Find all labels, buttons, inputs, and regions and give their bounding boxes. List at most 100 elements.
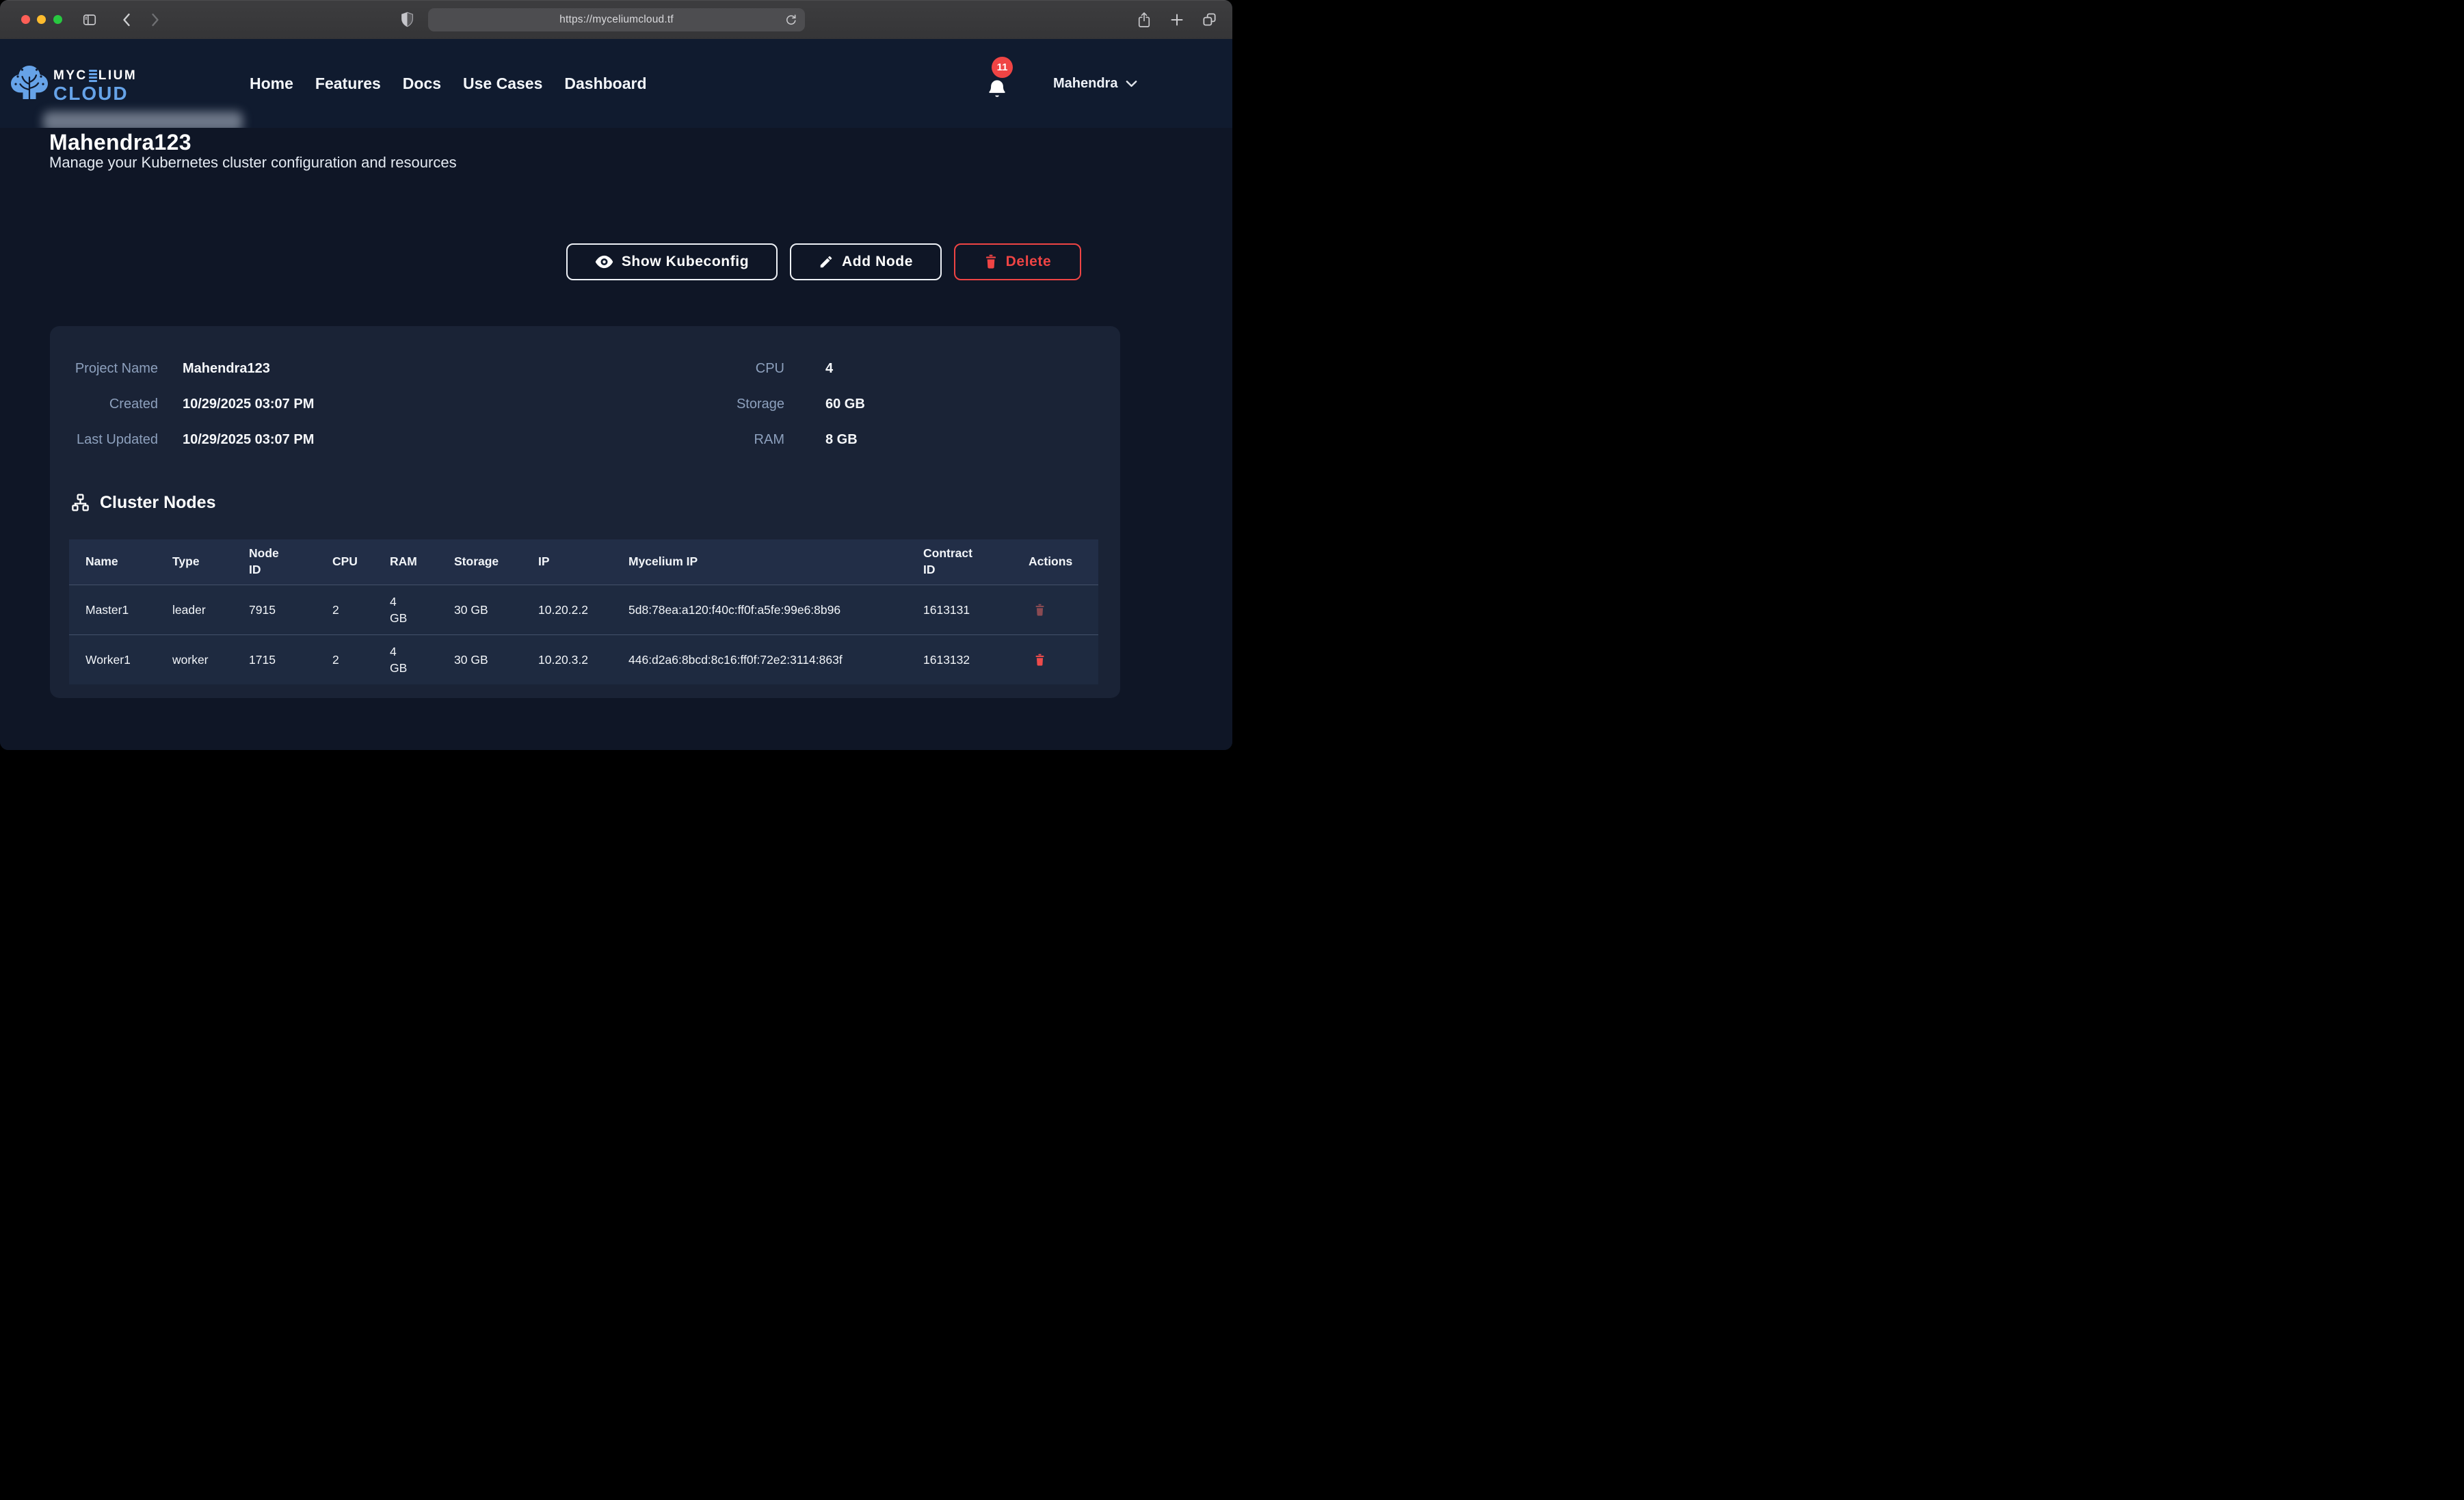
node-ram-cell: 4 GB [373, 635, 438, 684]
main-nav: Home Features Docs Use Cases Dashboard [250, 39, 647, 128]
col-header-ip: IP [522, 539, 612, 585]
user-name: Mahendra [1053, 76, 1117, 92]
node-type-cell: leader [156, 585, 233, 634]
share-icon[interactable] [1135, 0, 1154, 39]
created-label: Created [69, 397, 158, 412]
col-header-storage: Storage [438, 539, 522, 585]
node-ram-cell: 4 GB [373, 585, 438, 634]
node-actions-cell [1012, 635, 1098, 684]
col-header-type: Type [156, 539, 233, 585]
node-cpu-cell: 2 [316, 585, 373, 634]
mycelium-cloud-logo-icon[interactable] [10, 64, 49, 103]
last-updated-value: 10/29/2025 03:07 PM [183, 432, 314, 448]
last-updated-label: Last Updated [69, 432, 158, 448]
col-header-mycelium-ip: Mycelium IP [612, 539, 907, 585]
info-row: Project Name Mahendra123 [69, 351, 314, 386]
node-contract-id-cell: 1613131 [907, 585, 1012, 634]
delete-node-button[interactable] [1034, 654, 1046, 667]
cluster-nodes-header: Cluster Nodes [70, 493, 215, 513]
col-header-cpu: CPU [316, 539, 373, 585]
chevron-down-icon [1126, 80, 1137, 88]
trash-icon [1034, 604, 1046, 617]
node-mycelium-ip-cell: 446:d2a6:8bcd:8c16:ff0f:72e2:3114:863f [612, 635, 907, 684]
created-value: 10/29/2025 03:07 PM [183, 397, 314, 412]
brand-line1: MYC LIUM [53, 69, 137, 82]
node-ip-cell: 10.20.3.2 [522, 635, 612, 684]
pencil-icon [819, 254, 834, 269]
blurred-text-region [43, 111, 243, 128]
forward-icon[interactable] [148, 0, 163, 39]
nodes-table-header: Name Type Node ID CPU RAM Storage IP Myc… [69, 539, 1098, 585]
node-ip-cell: 10.20.2.2 [522, 585, 612, 634]
ram-label: RAM [702, 432, 784, 448]
close-window-button[interactable] [21, 15, 30, 24]
nav-link-home[interactable]: Home [250, 75, 293, 93]
new-tab-icon[interactable] [1167, 0, 1187, 39]
info-row: CPU 4 [702, 351, 865, 386]
delete-label: Delete [1006, 254, 1052, 270]
nodes-table: Name Type Node ID CPU RAM Storage IP Myc… [69, 539, 1098, 684]
nodes-table-body: Master1 leader 7915 2 4 GB 30 GB 10.20.2… [69, 585, 1098, 684]
node-id-cell: 1715 [233, 635, 316, 684]
site-navbar: MYC LIUM CLOUD Home Features Docs Use Ca… [0, 39, 1232, 128]
node-name-cell: Worker1 [69, 635, 156, 684]
privacy-shield-icon[interactable] [398, 0, 416, 39]
notifications-button[interactable]: 11 [982, 39, 1023, 128]
node-storage-cell: 30 GB [438, 635, 522, 684]
cpu-label: CPU [702, 361, 784, 377]
col-header-node-id: Node ID [233, 539, 316, 585]
tab-overview-icon[interactable] [1199, 0, 1219, 39]
cluster-nodes-title: Cluster Nodes [100, 493, 215, 513]
nav-link-use-cases[interactable]: Use Cases [463, 75, 542, 93]
info-row: RAM 8 GB [702, 422, 865, 457]
info-row: Last Updated 10/29/2025 03:07 PM [69, 422, 314, 457]
info-row: Storage 60 GB [702, 386, 865, 422]
page-title: Mahendra123 [49, 130, 191, 155]
notification-badge: 11 [992, 57, 1013, 78]
info-row: Created 10/29/2025 03:07 PM [69, 386, 314, 422]
show-kubeconfig-label: Show Kubeconfig [622, 254, 749, 270]
page-subtitle: Manage your Kubernetes cluster configura… [49, 154, 457, 172]
node-actions-cell [1012, 585, 1098, 634]
project-name-value: Mahendra123 [183, 361, 270, 377]
delete-cluster-button[interactable]: Delete [954, 243, 1081, 280]
cluster-info-left: Project Name Mahendra123 Created 10/29/2… [69, 351, 314, 457]
node-storage-cell: 30 GB [438, 585, 522, 634]
nav-link-docs[interactable]: Docs [403, 75, 441, 93]
ram-value: 8 GB [825, 432, 858, 448]
reload-icon[interactable] [783, 12, 798, 27]
nav-link-features[interactable]: Features [315, 75, 381, 93]
bell-icon [986, 79, 1008, 102]
trash-icon [984, 254, 998, 269]
cpu-value: 4 [825, 361, 833, 377]
zoom-window-button[interactable] [53, 15, 62, 24]
brand-text[interactable]: MYC LIUM CLOUD [53, 69, 137, 103]
node-contract-id-cell: 1613132 [907, 635, 1012, 684]
delete-node-button[interactable] [1034, 604, 1046, 617]
cluster-info-right: CPU 4 Storage 60 GB RAM 8 GB [702, 351, 865, 457]
back-icon[interactable] [119, 0, 134, 39]
node-cpu-cell: 2 [316, 635, 373, 684]
add-node-button[interactable]: Add Node [790, 243, 942, 280]
node-id-cell: 7915 [233, 585, 316, 634]
brand-line2: CLOUD [53, 84, 137, 103]
url-text: https://myceliumcloud.tf [559, 14, 674, 26]
page-content: Mahendra123 MYC [0, 39, 1232, 750]
cluster-details-card: Project Name Mahendra123 Created 10/29/2… [50, 326, 1120, 698]
sidebar-toggle-icon[interactable] [81, 0, 98, 39]
minimize-window-button[interactable] [37, 15, 46, 24]
storage-value: 60 GB [825, 397, 865, 412]
node-mycelium-ip-cell: 5d8:78ea:a120:f40c:ff0f:a5fe:99e6:8b96 [612, 585, 907, 634]
show-kubeconfig-button[interactable]: Show Kubeconfig [566, 243, 778, 280]
cluster-actions: Show Kubeconfig Add Node [566, 243, 1081, 280]
user-menu[interactable]: Mahendra [1053, 39, 1137, 128]
nav-link-dashboard[interactable]: Dashboard [564, 75, 646, 93]
address-bar[interactable]: https://myceliumcloud.tf [428, 8, 805, 31]
eye-icon [595, 255, 613, 269]
col-header-actions: Actions [1012, 539, 1098, 585]
col-header-name: Name [69, 539, 156, 585]
table-row: Worker1 worker 1715 2 4 GB 30 GB 10.20.3… [69, 634, 1098, 684]
browser-window: https://myceliumcloud.tf [0, 0, 1232, 750]
trash-icon [1034, 654, 1046, 667]
browser-chrome: https://myceliumcloud.tf [0, 0, 1232, 40]
